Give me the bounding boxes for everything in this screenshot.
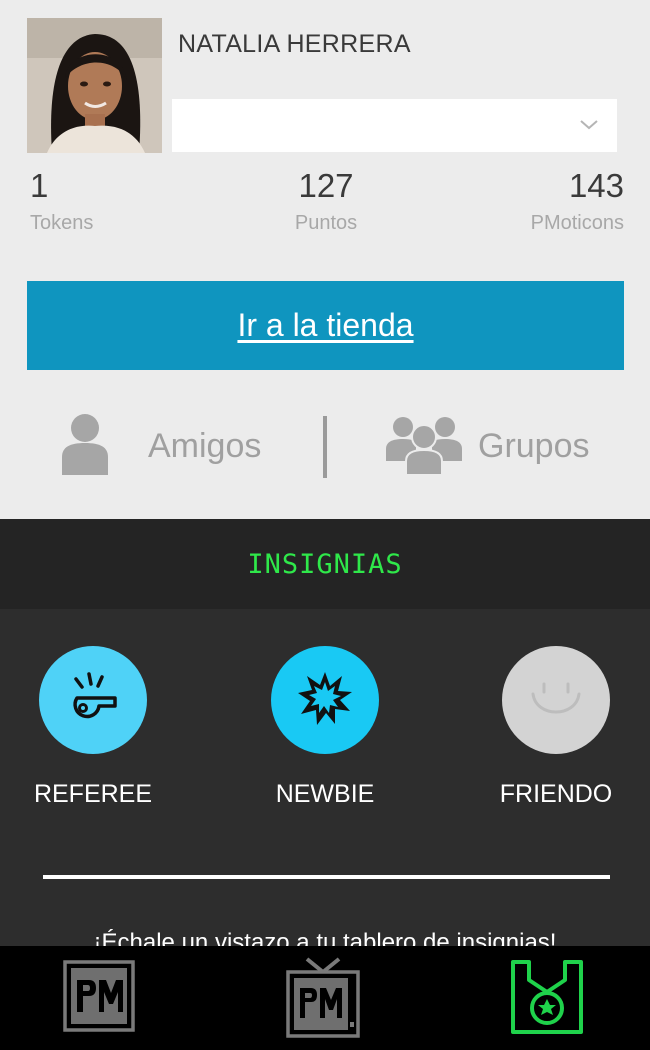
- stat-points-value: 127: [298, 167, 354, 204]
- badge-newbie-circle: [271, 646, 379, 754]
- groups-button[interactable]: Grupos: [386, 408, 590, 484]
- badges-title: INSIGNIAS: [247, 548, 403, 580]
- starburst-icon: [295, 668, 355, 733]
- medal-icon: [509, 960, 585, 1040]
- store-button[interactable]: Ir a la tienda: [27, 281, 624, 370]
- tab-home[interactable]: [63, 960, 143, 1040]
- friends-button[interactable]: Amigos: [60, 408, 261, 484]
- friends-label: Amigos: [148, 426, 262, 465]
- stat-tokens: 1 Tokens: [30, 168, 230, 235]
- badges-board-link[interactable]: ¡Échale un vistazo a tu tablero de insig…: [0, 929, 650, 946]
- stat-tokens-label: Tokens: [30, 212, 94, 234]
- stat-pmoticons-value: 143: [568, 167, 624, 204]
- store-button-label: Ir a la tienda: [237, 307, 414, 343]
- tab-badges[interactable]: [509, 958, 589, 1038]
- chevron-down-icon: [579, 115, 599, 140]
- badge-newbie[interactable]: NEWBIE: [235, 646, 415, 809]
- person-icon: [60, 411, 110, 482]
- stat-tokens-value: 1: [30, 167, 49, 204]
- badge-friendo[interactable]: FRIENDO: [466, 646, 646, 809]
- badges-divider: [43, 875, 610, 879]
- badge-friendo-name: FRIENDO: [499, 780, 613, 808]
- badges-area: REFEREE NEWBIE FRIENDO ¡Échale un vistaz…: [0, 609, 650, 946]
- badge-friendo-circle: [502, 646, 610, 754]
- profile-section: NATALIA HERRERA 1 Tokens 127 Puntos 143 …: [0, 0, 650, 519]
- groups-label: Grupos: [478, 426, 590, 465]
- avatar[interactable]: [27, 18, 162, 153]
- stat-points-label: Puntos: [294, 212, 358, 234]
- social-divider: [323, 416, 327, 478]
- user-name: NATALIA HERRERA: [178, 30, 411, 58]
- badge-newbie-name: NEWBIE: [275, 780, 375, 808]
- pm-logo-icon: [63, 960, 135, 1036]
- badge-referee-circle: [39, 646, 147, 754]
- tab-tv[interactable]: [285, 956, 365, 1038]
- smiley-icon: [526, 668, 586, 733]
- whistle-icon: [63, 668, 123, 733]
- badge-referee[interactable]: REFEREE: [3, 646, 183, 809]
- badges-header: INSIGNIAS: [0, 519, 650, 609]
- pm-tv-icon: [285, 957, 361, 1044]
- group-icon: [386, 413, 462, 480]
- profile-dropdown[interactable]: [172, 99, 617, 152]
- bottom-tab-bar: [0, 946, 650, 1050]
- stat-pmoticons: 143 PMoticons: [424, 168, 624, 235]
- badge-referee-name: REFEREE: [33, 780, 153, 808]
- stat-points: 127 Puntos: [226, 168, 426, 235]
- stat-pmoticons-label: PMoticons: [530, 212, 624, 234]
